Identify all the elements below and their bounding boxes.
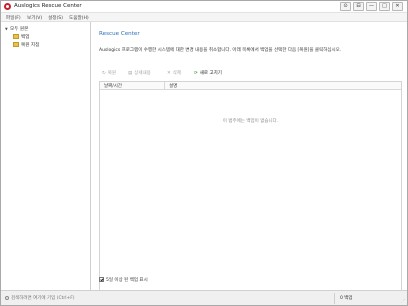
view-details-button[interactable]: ▤ 상세내용 <box>128 70 151 76</box>
column-header-description[interactable]: 설명 <box>169 83 177 89</box>
category-tree: ▼ 모두 원본 백업 복원 지점 <box>1 22 91 290</box>
close-button[interactable]: ✕ <box>392 2 403 11</box>
refresh-icon: ⟳ <box>194 71 198 76</box>
resize-grip-icon[interactable]: ⋰ <box>401 298 405 303</box>
restore-icon: ↻ <box>102 71 106 76</box>
toolbar: ↻ 복원 ▤ 상세내용 ✕ 삭제 ⟳ 새로 고치기 <box>99 70 404 79</box>
backup-count: 0 백업 <box>340 296 353 301</box>
show-old-backups-option[interactable]: 5일 이상 된 백업 표시 <box>99 277 148 283</box>
app-window: Auslogics Rescue Center ⊙ ⊟ — □ ✕ 파일(F) … <box>0 0 408 306</box>
tree-item-backups[interactable]: 백업 <box>13 34 29 40</box>
show-old-backups-label: 5일 이상 된 백업 표시 <box>106 278 148 283</box>
menu-settings[interactable]: 설정(S) <box>48 15 63 21</box>
delete-label: 삭제 <box>172 71 182 76</box>
folder-icon <box>13 34 19 39</box>
delete-button[interactable]: ✕ 삭제 <box>167 70 181 76</box>
page-title: Rescue Center <box>99 31 140 37</box>
column-divider[interactable] <box>164 82 165 90</box>
menu-file[interactable]: 파일(F) <box>6 15 21 21</box>
refresh-button[interactable]: ⟳ 새로 고치기 <box>194 70 222 76</box>
backups-table[interactable]: 날짜/시간 설명 이 범주에는 백업이 없습니다. <box>99 81 402 293</box>
restore-label: 복원 <box>107 71 117 76</box>
tree-item-restore-points-label: 복원 지점 <box>21 43 40 48</box>
details-icon: ▤ <box>128 71 133 76</box>
status-bar: 검색하려면 여기에 기입 (Ctrl+F) 0 백업 ⋰ <box>1 290 407 305</box>
view-details-label: 상세내용 <box>134 71 151 76</box>
show-old-backups-checkbox[interactable] <box>99 277 104 282</box>
main-panel: Rescue Center Auslogics 프로그램이 수행한 시스템에 대… <box>92 22 407 293</box>
minimize-button[interactable]: — <box>366 2 377 11</box>
window-title: Auslogics Rescue Center <box>14 3 82 9</box>
delete-icon: ✕ <box>167 71 171 76</box>
tree-item-all-label: 모두 원본 <box>10 27 29 32</box>
window-extra-button-2[interactable]: ⊟ <box>353 2 364 11</box>
restore-button[interactable]: ↻ 복원 <box>102 70 116 76</box>
maximize-button[interactable]: □ <box>379 2 390 11</box>
menu-view[interactable]: 보기(V) <box>27 15 42 21</box>
status-divider <box>334 293 335 304</box>
folder-icon <box>13 42 19 47</box>
tree-item-restore-points[interactable]: 복원 지점 <box>13 42 39 48</box>
tree-item-all[interactable]: ▼ 모두 원본 <box>5 26 28 32</box>
refresh-label: 새로 고치기 <box>199 71 222 76</box>
menu-bar: 파일(F) 보기(V) 설정(S) 도움말(H) <box>1 13 407 22</box>
search-field[interactable]: 검색하려면 여기에 기입 (Ctrl+F) <box>5 295 75 301</box>
tree-item-backups-label: 백업 <box>21 35 30 40</box>
window-extra-button-1[interactable]: ⊙ <box>340 2 351 11</box>
search-icon <box>5 295 9 300</box>
column-header-datetime[interactable]: 날짜/시간 <box>104 83 122 89</box>
app-logo-icon <box>4 3 11 10</box>
empty-table-message: 이 범주에는 백업이 없습니다. <box>222 119 279 124</box>
table-header: 날짜/시간 설명 <box>100 82 401 90</box>
title-bar: Auslogics Rescue Center ⊙ ⊟ — □ ✕ <box>1 1 407 13</box>
search-placeholder: 검색하려면 여기에 기입 (Ctrl+F) <box>11 296 75 301</box>
page-description: Auslogics 프로그램이 수행한 시스템에 대한 변경 내용을 취소합니다… <box>99 48 342 53</box>
menu-help[interactable]: 도움말(H) <box>69 15 89 21</box>
